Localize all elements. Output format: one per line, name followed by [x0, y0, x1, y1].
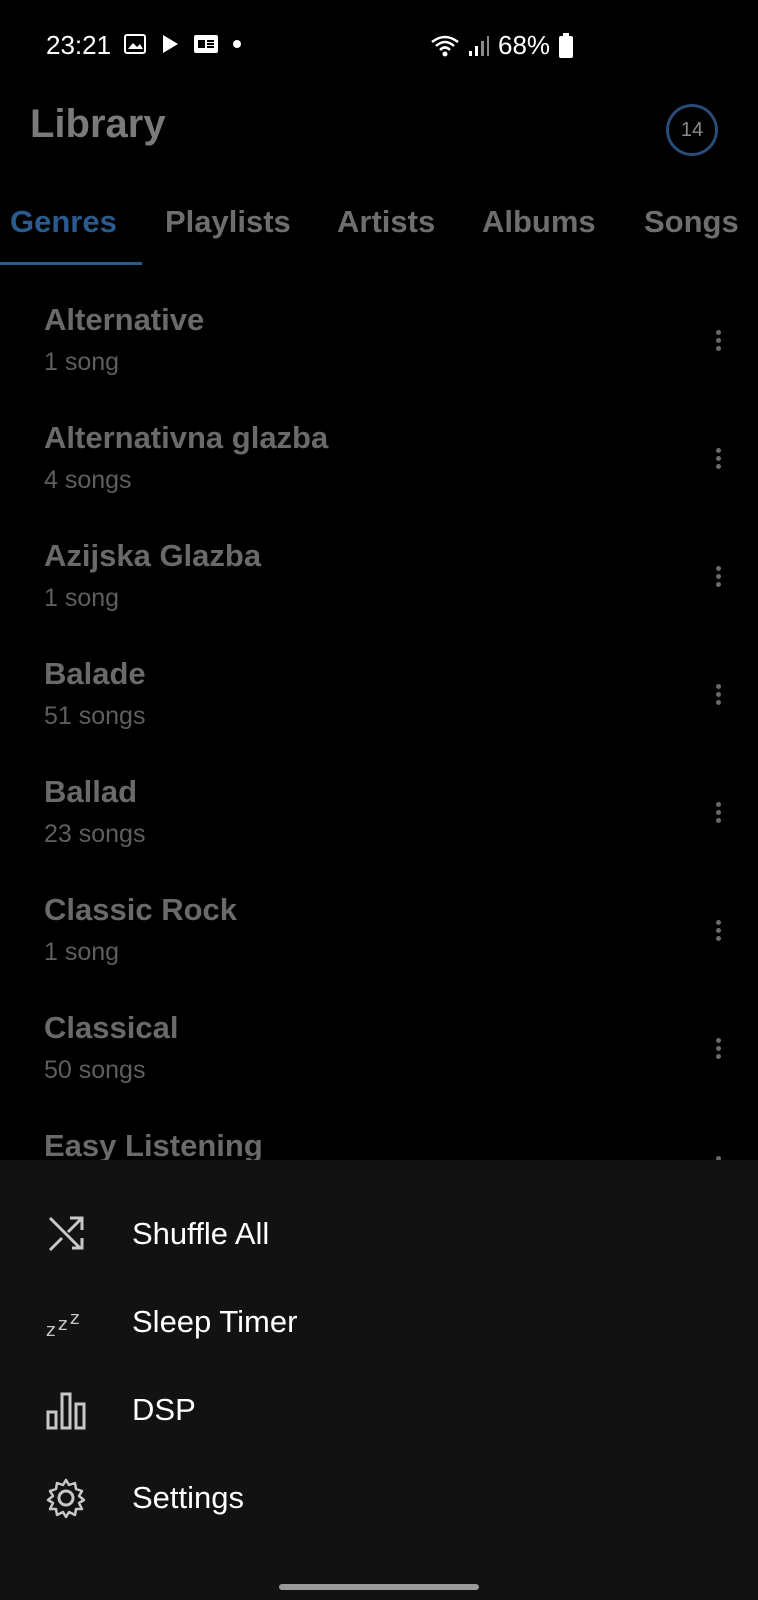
- shuffle-all-label: Shuffle All: [132, 1216, 270, 1251]
- genre-song-count: 23 songs: [44, 820, 146, 848]
- more-options-icon[interactable]: [708, 1038, 728, 1066]
- battery-percent: 68%: [498, 30, 551, 60]
- genre-song-count: 51 songs: [44, 702, 146, 730]
- more-options-icon[interactable]: [708, 802, 728, 830]
- more-options-icon[interactable]: [708, 684, 728, 712]
- bottom-sheet-menu: Shuffle All z z z Sleep Timer DSP Settin…: [0, 1160, 758, 1600]
- dsp-button[interactable]: DSP: [0, 1366, 758, 1454]
- sleep-timer-button[interactable]: z z z Sleep Timer: [0, 1278, 758, 1366]
- genre-song-count: 1 song: [44, 938, 120, 966]
- list-item[interactable]: Azijska Glazba 1 song: [0, 516, 758, 634]
- active-tab-indicator: [0, 262, 142, 265]
- genre-name: Classic Rock: [44, 892, 237, 927]
- more-options-icon[interactable]: [708, 330, 728, 358]
- tab-playlists[interactable]: Playlists: [165, 204, 291, 240]
- sleep-timer-label: Sleep Timer: [132, 1304, 298, 1339]
- more-options-icon[interactable]: [708, 566, 728, 594]
- tab-genres[interactable]: Genres: [10, 204, 117, 240]
- svg-text:z: z: [46, 1320, 55, 1341]
- genre-song-count: 1 song: [44, 348, 120, 376]
- sleep-icon: z z z: [46, 1308, 79, 1341]
- system-status: 68%: [430, 30, 574, 61]
- list-item[interactable]: Alternativna glazba 4 songs: [0, 398, 758, 516]
- genre-name: Alternative: [44, 302, 205, 337]
- tab-songs[interactable]: Songs: [644, 204, 739, 240]
- ge-icon: [194, 35, 218, 53]
- gear-icon: [46, 1478, 86, 1519]
- dsp-label: DSP: [132, 1392, 196, 1427]
- list-item[interactable]: Classical 50 songs: [0, 988, 758, 1106]
- more-options-icon[interactable]: [708, 920, 728, 948]
- play-icon: [163, 35, 178, 53]
- list-item[interactable]: Ballad 23 songs: [0, 752, 758, 870]
- gallery-icon: [124, 34, 146, 54]
- screen: 23:21 68% Library 14 Genres Playlists Ar…: [0, 0, 758, 1600]
- library-tabs: Genres Playlists Artists Albums Songs: [0, 190, 758, 268]
- list-item[interactable]: Balade 51 songs: [0, 634, 758, 752]
- settings-label: Settings: [132, 1480, 245, 1515]
- genre-name: Easy Listening: [44, 1128, 263, 1163]
- genre-name: Azijska Glazba: [44, 538, 262, 573]
- notification-icons: [124, 34, 242, 54]
- equalizer-icon: [46, 1392, 86, 1430]
- settings-button[interactable]: Settings: [0, 1454, 758, 1542]
- signal-icon: [469, 35, 489, 56]
- wifi-icon: [431, 35, 459, 56]
- tab-artists[interactable]: Artists: [337, 204, 435, 240]
- shuffle-icon: [48, 1216, 84, 1252]
- dot-icon: [233, 40, 241, 48]
- genre-song-count: 1 song: [44, 584, 120, 612]
- home-indicator[interactable]: [279, 1584, 479, 1590]
- queue-count-badge[interactable]: 14: [666, 104, 718, 156]
- genre-name: Ballad: [44, 774, 138, 809]
- app-header: Library 14: [0, 92, 758, 182]
- genre-song-count: 4 songs: [44, 466, 132, 494]
- list-item[interactable]: Classic Rock 1 song: [0, 870, 758, 988]
- genre-name: Alternativna glazba: [44, 420, 329, 455]
- genre-name: Classical: [44, 1010, 179, 1045]
- list-item[interactable]: Alternative 1 song: [0, 280, 758, 398]
- tab-albums[interactable]: Albums: [482, 204, 596, 240]
- genre-name: Balade: [44, 656, 146, 691]
- page-title: Library: [30, 102, 166, 146]
- shuffle-all-button[interactable]: Shuffle All: [0, 1190, 758, 1278]
- svg-text:z: z: [70, 1308, 79, 1329]
- status-bar: 23:21 68%: [0, 0, 758, 92]
- genre-list: Alternative 1 song Alternativna glazba 4…: [0, 280, 758, 1224]
- status-time: 23:21: [46, 30, 112, 60]
- svg-text:z: z: [58, 1314, 67, 1335]
- genre-song-count: 50 songs: [44, 1056, 146, 1084]
- battery-icon: [559, 32, 574, 58]
- more-options-icon[interactable]: [708, 448, 728, 476]
